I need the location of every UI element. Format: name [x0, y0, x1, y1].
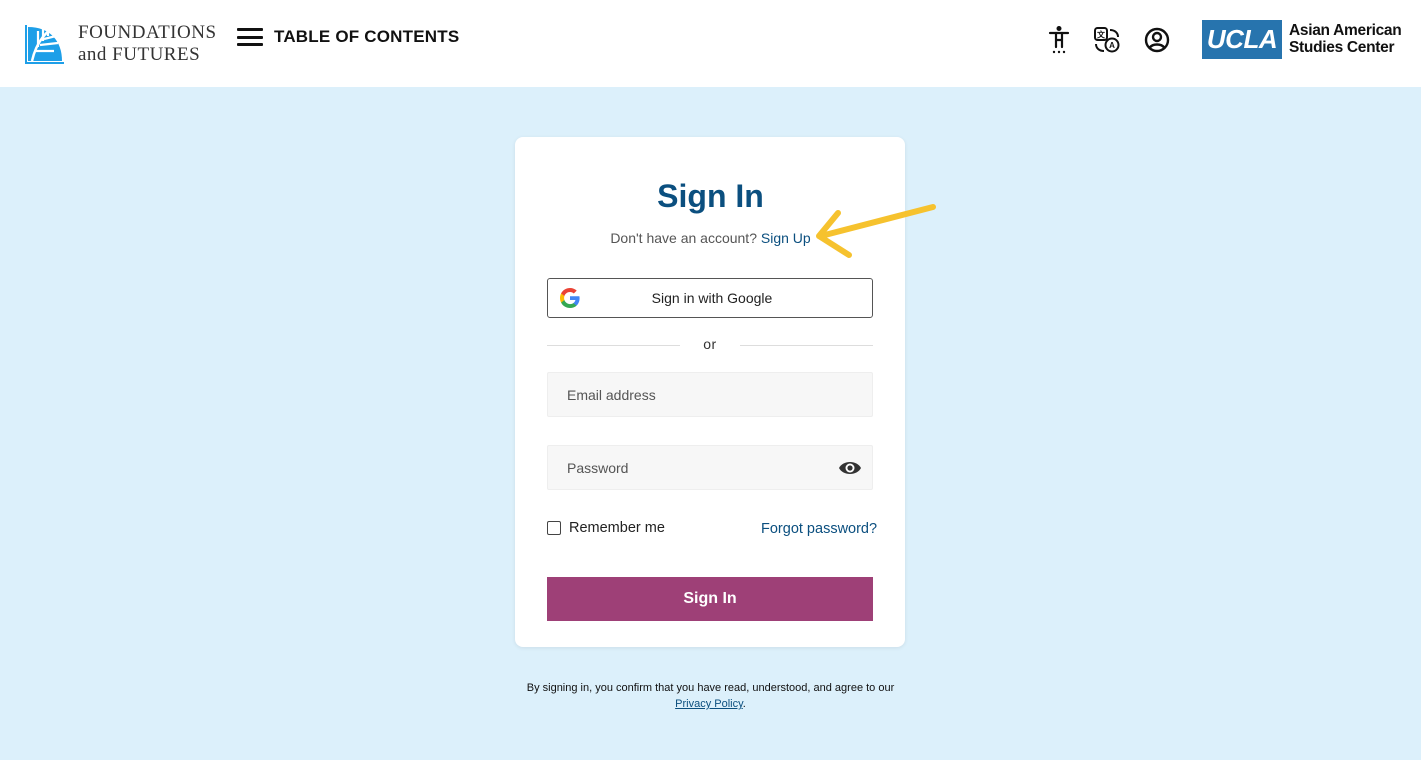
google-signin-button[interactable]: Sign in with Google: [547, 278, 873, 318]
page-title: Sign In: [657, 178, 764, 214]
svg-text:A: A: [1109, 41, 1115, 50]
email-field-container: [547, 372, 873, 417]
menu-label: TABLE OF CONTENTS: [274, 27, 460, 46]
site-header: FOUNDATIONS and FUTURES TABLE OF CONTENT…: [0, 0, 1421, 87]
email-field[interactable]: [548, 373, 872, 416]
signup-link[interactable]: Sign Up: [761, 230, 811, 246]
site-logo-text[interactable]: FOUNDATIONS and FUTURES: [78, 22, 217, 66]
legal-notice: By signing in, you confirm that you have…: [0, 680, 1421, 712]
foundations-logo-icon[interactable]: [24, 21, 66, 65]
svg-text:文: 文: [1097, 30, 1106, 40]
translate-icon[interactable]: 文 A: [1092, 24, 1122, 56]
show-password-eye-icon[interactable]: [838, 458, 862, 478]
center-line1: Asian American: [1289, 22, 1402, 39]
legal-text: By signing in, you confirm that you have…: [526, 682, 895, 694]
forgot-password-link[interactable]: Forgot password?: [761, 521, 877, 537]
logo-line2: and FUTURES: [78, 44, 201, 65]
privacy-policy-link[interactable]: Privacy Policy: [675, 698, 743, 710]
ucla-logo[interactable]: UCLA: [1202, 20, 1282, 59]
annotation-arrow-icon: [816, 204, 936, 258]
checkbox-box[interactable]: [547, 521, 561, 535]
center-line2: Studies Center: [1289, 39, 1395, 56]
asian-american-studies-center-logo[interactable]: Asian American Studies Center: [1289, 22, 1402, 56]
table-of-contents-button[interactable]: TABLE OF CONTENTS: [237, 27, 459, 47]
google-button-label: Sign in with Google: [651, 290, 773, 306]
account-icon[interactable]: [1142, 24, 1172, 56]
accessibility-icon[interactable]: [1044, 24, 1074, 56]
signin-button[interactable]: Sign In: [547, 577, 873, 621]
signup-prompt: Don't have an account? Sign Up: [0, 230, 1421, 246]
password-field[interactable]: [548, 446, 872, 489]
legal-suffix: .: [742, 698, 746, 710]
logo-line1: FOUNDATIONS: [78, 22, 217, 43]
hamburger-icon: [237, 28, 263, 46]
divider-line-right: [740, 345, 873, 346]
remember-me-checkbox[interactable]: Remember me: [547, 520, 665, 536]
no-account-text: Don't have an account?: [610, 230, 757, 246]
divider-text: or: [703, 336, 717, 352]
remember-me-label: Remember me: [569, 520, 665, 536]
divider-line-left: [547, 345, 680, 346]
password-field-container: [547, 445, 873, 490]
